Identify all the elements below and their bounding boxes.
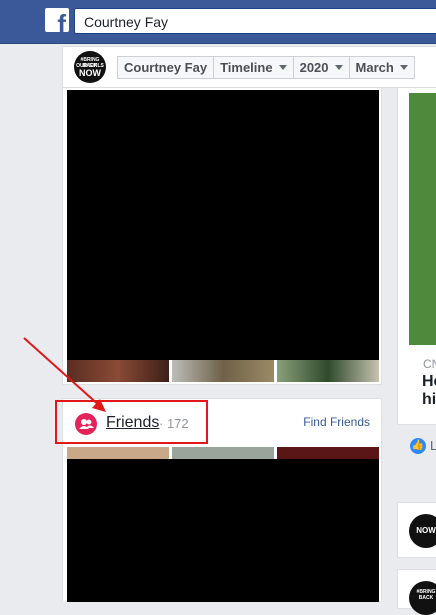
news-image[interactable]: [409, 93, 436, 345]
photo-thumbnail[interactable]: [277, 360, 379, 382]
photos-card: [62, 88, 382, 385]
friends-grid[interactable]: [67, 459, 379, 602]
friend-photo[interactable]: [277, 447, 379, 459]
top-navigation-bar: f Courtney Fay: [0, 0, 436, 44]
photo-main[interactable]: [67, 90, 379, 360]
side-card: NOW: [397, 502, 436, 558]
friends-icon: [75, 413, 97, 435]
friend-photo[interactable]: [172, 447, 274, 459]
friends-card: Friends · 172 Find Friends: [62, 398, 382, 602]
crumb-year[interactable]: 2020: [292, 56, 350, 79]
breadcrumb: Courtney Fay Timeline 2020 March: [117, 56, 415, 79]
crumb-timeline[interactable]: Timeline: [213, 56, 294, 79]
friend-photo[interactable]: [67, 447, 169, 459]
side-card: #BRING BACK: [397, 569, 436, 615]
friends-count: · 172: [159, 416, 189, 431]
chevron-down-icon: [278, 65, 287, 70]
chevron-down-icon: [334, 65, 343, 70]
like-thumb-icon[interactable]: 👍: [410, 438, 426, 454]
find-friends-link[interactable]: Find Friends: [303, 415, 370, 429]
like-label[interactable]: L: [430, 438, 436, 453]
news-headline[interactable]: He hi: [422, 373, 436, 409]
crumb-profile-name[interactable]: Courtney Fay: [117, 56, 215, 79]
facebook-logo-icon[interactable]: f: [45, 8, 69, 32]
news-card[interactable]: CN He hi: [397, 88, 436, 425]
avatar[interactable]: NOW: [409, 514, 436, 548]
timeline-navigation-bar: #BRING BACK OUR GIRLS NOW Courtney Fay T…: [62, 46, 436, 88]
friends-title-link[interactable]: Friends: [106, 414, 159, 432]
crumb-month[interactable]: March: [348, 56, 415, 79]
photo-thumbnail[interactable]: [67, 360, 169, 382]
chevron-down-icon: [399, 65, 408, 70]
avatar[interactable]: #BRING BACK: [409, 581, 436, 615]
profile-avatar[interactable]: #BRING BACK OUR GIRLS NOW: [74, 51, 106, 83]
like-row: 👍 L: [397, 428, 436, 466]
search-input[interactable]: Courtney Fay: [74, 8, 436, 34]
news-source: CN: [423, 357, 436, 371]
photo-thumbnail[interactable]: [172, 360, 274, 382]
